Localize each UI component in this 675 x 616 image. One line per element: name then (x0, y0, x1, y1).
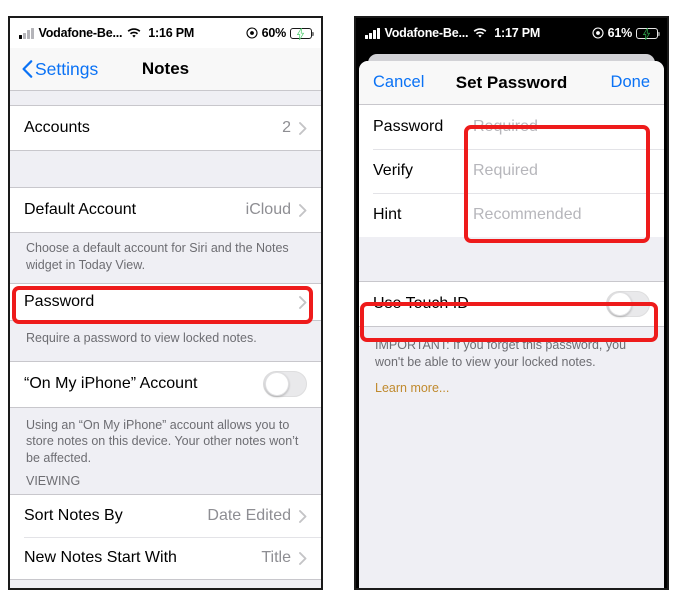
wifi-icon (127, 27, 141, 39)
set-password-sheet: Cancel Set Password Done Password Requir… (359, 61, 664, 588)
row-on-my-iphone-label: “On My iPhone” Account (24, 375, 198, 392)
field-row-verify[interactable]: Verify Required (359, 149, 664, 193)
learn-more-link[interactable]: Learn more... (375, 381, 449, 395)
phone-right: Vodafone-Be... 1:17 PM 61% Cancel Set Pa… (354, 16, 669, 590)
done-button[interactable]: Done (611, 73, 650, 92)
spacer (359, 237, 664, 281)
row-password-label: Password (24, 293, 95, 310)
battery-percent-label: 61% (607, 26, 633, 40)
accounts-group: Accounts 2 (10, 105, 321, 151)
spacer (10, 91, 321, 105)
default-account-note: Choose a default account for Siri and th… (10, 233, 321, 283)
wifi-icon (473, 27, 487, 39)
row-sort-notes-by-value: Date Edited (207, 507, 291, 524)
on-my-iphone-toggle[interactable] (263, 371, 307, 397)
clock-label: 1:17 PM (494, 26, 541, 40)
on-my-iphone-note: Using an “On My iPhone” account allows y… (10, 407, 321, 470)
battery-charging-icon (290, 27, 315, 40)
field-label-verify: Verify (373, 162, 414, 179)
hint-input[interactable]: Recommended (473, 206, 582, 224)
cellular-bars-icon (365, 27, 380, 39)
row-use-touch-id[interactable]: Use Touch ID (359, 282, 664, 326)
use-touch-id-toggle[interactable] (606, 291, 650, 317)
status-bar-left: Vodafone-Be... 1:16 PM 60% (10, 18, 321, 48)
important-note: IMPORTANT: If you forget this password, … (359, 327, 664, 380)
back-button-label: Settings (35, 58, 99, 79)
chevron-right-icon (299, 509, 307, 523)
row-use-touch-id-label: Use Touch ID (373, 295, 469, 312)
chevron-right-icon (299, 121, 307, 135)
carrier-label: Vodafone-Be... (384, 26, 469, 40)
cellular-bars-icon (19, 27, 34, 39)
password-note: Require a password to view locked notes. (10, 321, 321, 361)
viewing-group: Sort Notes By Date Edited New Notes Star… (10, 494, 321, 580)
row-accounts[interactable]: Accounts 2 (10, 106, 321, 150)
on-my-iphone-group: “On My iPhone” Account (10, 360, 321, 408)
row-default-account-label: Default Account (24, 201, 137, 218)
row-new-notes-start-with-value: Title (261, 549, 291, 566)
row-new-notes-start-with[interactable]: New Notes Start With Title (10, 537, 321, 579)
field-row-hint[interactable]: Hint Recommended (359, 193, 664, 237)
row-password[interactable]: Password (10, 284, 321, 320)
row-default-account-value: iCloud (245, 201, 291, 218)
chevron-right-icon (299, 551, 307, 565)
field-label-hint: Hint (373, 206, 402, 223)
notes-settings-screen: Settings Notes Accounts 2 Default Accoun… (10, 48, 321, 588)
navigation-bar: Settings Notes (10, 48, 321, 91)
row-default-account[interactable]: Default Account iCloud (10, 188, 321, 232)
phone-left: Vodafone-Be... 1:16 PM 60% Settings Note… (8, 16, 323, 590)
spacer (10, 151, 321, 187)
password-group: Password (10, 283, 321, 321)
carrier-label: Vodafone-Be... (38, 26, 123, 40)
sheet-navigation-bar: Cancel Set Password Done (359, 61, 664, 105)
back-button[interactable]: Settings (22, 59, 98, 80)
set-password-screen: Cancel Set Password Done Password Requir… (356, 48, 667, 588)
row-accounts-label: Accounts (24, 119, 90, 136)
verify-input[interactable]: Required (473, 162, 538, 180)
default-account-group: Default Account iCloud (10, 187, 321, 233)
screenshot-stage: Vodafone-Be... 1:16 PM 60% Settings Note… (0, 0, 675, 616)
battery-percent-label: 60% (261, 26, 287, 40)
row-on-my-iphone[interactable]: “On My iPhone” Account (10, 361, 321, 407)
field-label-password: Password (373, 118, 444, 135)
chevron-right-icon (299, 295, 307, 309)
row-accounts-value: 2 (282, 119, 291, 136)
touch-id-group: Use Touch ID (359, 281, 664, 327)
clock-label: 1:16 PM (148, 26, 195, 40)
location-services-icon (592, 27, 604, 39)
status-bar-right: Vodafone-Be... 1:17 PM 61% (356, 18, 667, 48)
row-new-notes-start-with-label: New Notes Start With (24, 549, 177, 566)
location-services-icon (246, 27, 258, 39)
viewing-section-header: VIEWING (10, 470, 321, 494)
chevron-left-icon (22, 60, 33, 78)
chevron-right-icon (299, 203, 307, 217)
field-row-password[interactable]: Password Required (359, 105, 664, 149)
password-input[interactable]: Required (473, 118, 538, 136)
row-sort-notes-by-label: Sort Notes By (24, 507, 123, 524)
battery-charging-icon (636, 27, 661, 40)
password-fields-group: Password Required Verify Required Hint R… (359, 105, 664, 237)
row-sort-notes-by[interactable]: Sort Notes By Date Edited (10, 495, 321, 537)
